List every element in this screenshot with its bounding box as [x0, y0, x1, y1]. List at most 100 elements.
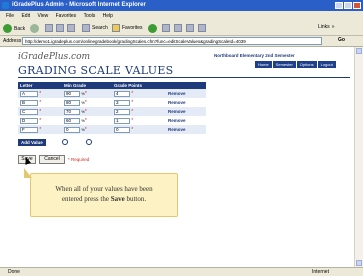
tooltip-line-2-suffix: button. [124, 195, 147, 203]
search-icon [82, 24, 90, 32]
table-row: A * 90 %* 4 * Remove [18, 89, 206, 98]
column-header-grade-points: Grade Points [112, 82, 166, 89]
remove-link[interactable]: Remove [168, 118, 186, 123]
vertical-scrollbar[interactable] [354, 47, 363, 267]
letter-input[interactable]: D [20, 117, 38, 124]
min-grade-input[interactable]: 0 [64, 126, 80, 133]
required-star: * [84, 117, 87, 124]
required-star: * [131, 126, 134, 133]
address-input[interactable]: http://demo1.igradeplus.com/onlinegradeb… [22, 37, 322, 45]
column-header-letter: Letter [18, 82, 62, 89]
window-controls [335, 2, 361, 9]
table-row: C * 70 %* 2 * Remove [18, 107, 206, 116]
min-grade-input[interactable]: 60 [64, 117, 80, 124]
required-star: * [39, 99, 42, 106]
home-button[interactable] [67, 24, 75, 32]
letter-input[interactable]: B [20, 99, 38, 106]
scroll-up-arrow-icon[interactable] [356, 48, 362, 54]
grade-points-input[interactable]: 0 [114, 126, 130, 133]
scroll-down-arrow-icon[interactable] [356, 260, 362, 266]
letter-input[interactable]: F [20, 126, 38, 133]
nav-logout[interactable]: Logout [317, 61, 336, 68]
required-star: * [131, 108, 134, 115]
menu-help[interactable]: Help [103, 11, 113, 21]
status-zone: Internet [312, 269, 329, 275]
search-label: Search [92, 25, 108, 31]
remove-link[interactable]: Remove [168, 109, 186, 114]
edit-button[interactable] [186, 24, 194, 32]
search-button[interactable]: Search [82, 24, 108, 32]
home-icon [67, 24, 75, 32]
page-title: GRADING SCALE VALUES [18, 64, 174, 77]
grade-points-input[interactable]: 2 [114, 108, 130, 115]
history-button[interactable] [148, 24, 157, 33]
menu-tools[interactable]: Tools [84, 11, 96, 21]
table-row: F * 0 %* 0 * Remove [18, 125, 206, 134]
status-text: Done [8, 269, 20, 275]
required-star: * [84, 99, 87, 106]
required-star: * [39, 117, 42, 124]
forward-arrow-icon [30, 24, 39, 33]
remove-link[interactable]: Remove [168, 127, 186, 132]
required-star: * [131, 90, 134, 97]
required-star: * [39, 108, 42, 115]
min-grade-input[interactable]: 70 [64, 108, 80, 115]
stop-button[interactable] [45, 24, 53, 32]
tooltip-line-2: entered press the Save button. [31, 194, 177, 204]
window-title: iGradePlus Admin - Microsoft Internet Ex… [12, 2, 146, 8]
divider [18, 77, 350, 78]
close-button[interactable] [353, 2, 361, 9]
required-star: * [131, 117, 134, 124]
go-button[interactable]: Go [338, 37, 345, 43]
nav-options[interactable]: Options [296, 61, 317, 68]
site-nav: Home Semester Options Logout [255, 61, 336, 68]
address-bar: Address http://demo1.igradeplus.com/onli… [0, 36, 363, 47]
refresh-icon [56, 24, 64, 32]
menu-favorites[interactable]: Favorites [56, 11, 77, 21]
menu-file[interactable]: File [6, 11, 14, 21]
info-icon [86, 139, 92, 145]
add-value-button[interactable]: Add Value [18, 139, 46, 146]
print-button[interactable] [174, 24, 182, 32]
required-star: * [39, 90, 42, 97]
discuss-button[interactable] [198, 24, 206, 32]
tooltip-line-1: When all of your values have been [55, 185, 153, 193]
tooltip-save-word: Save [110, 195, 125, 203]
info-icon [62, 139, 68, 145]
remove-link[interactable]: Remove [168, 100, 186, 105]
nav-semester[interactable]: Semester [272, 61, 296, 68]
menu-view[interactable]: View [37, 11, 48, 21]
edit-icon [186, 24, 194, 32]
required-star: * [84, 90, 87, 97]
letter-input[interactable]: A [20, 90, 38, 97]
stop-icon [45, 24, 53, 32]
minimize-button[interactable] [335, 2, 343, 9]
grade-points-input[interactable]: 3 [114, 99, 130, 106]
required-star: * [84, 126, 87, 133]
grade-points-input[interactable]: 4 [114, 90, 130, 97]
favorites-button[interactable]: Favorites [112, 24, 143, 32]
links-button[interactable]: Links » [318, 24, 334, 30]
maximize-button[interactable] [344, 2, 352, 9]
back-label: Back [14, 25, 26, 32]
back-arrow-icon [3, 24, 12, 33]
cancel-button[interactable]: Cancel [39, 155, 65, 164]
nav-home[interactable]: Home [255, 61, 272, 68]
letter-input[interactable]: C [20, 108, 38, 115]
forward-button[interactable] [30, 24, 39, 33]
min-grade-input[interactable]: 90 [64, 90, 80, 97]
mail-icon [162, 24, 170, 32]
remove-link[interactable]: Remove [168, 91, 186, 96]
required-star: * [39, 126, 42, 133]
menu-bar: File Edit View Favorites Tools Help [0, 11, 363, 21]
grade-points-input[interactable]: 1 [114, 117, 130, 124]
min-grade-input[interactable]: 80 [64, 99, 80, 106]
menu-edit[interactable]: Edit [21, 11, 30, 21]
refresh-button[interactable] [56, 24, 64, 32]
back-button[interactable]: Back [3, 24, 25, 33]
chevron-double-right-icon: » [331, 24, 335, 30]
table-row: D * 60 %* 1 * Remove [18, 116, 206, 125]
mail-button[interactable] [162, 24, 170, 32]
required-note: * Required [68, 157, 90, 162]
column-header-actions [166, 82, 206, 89]
